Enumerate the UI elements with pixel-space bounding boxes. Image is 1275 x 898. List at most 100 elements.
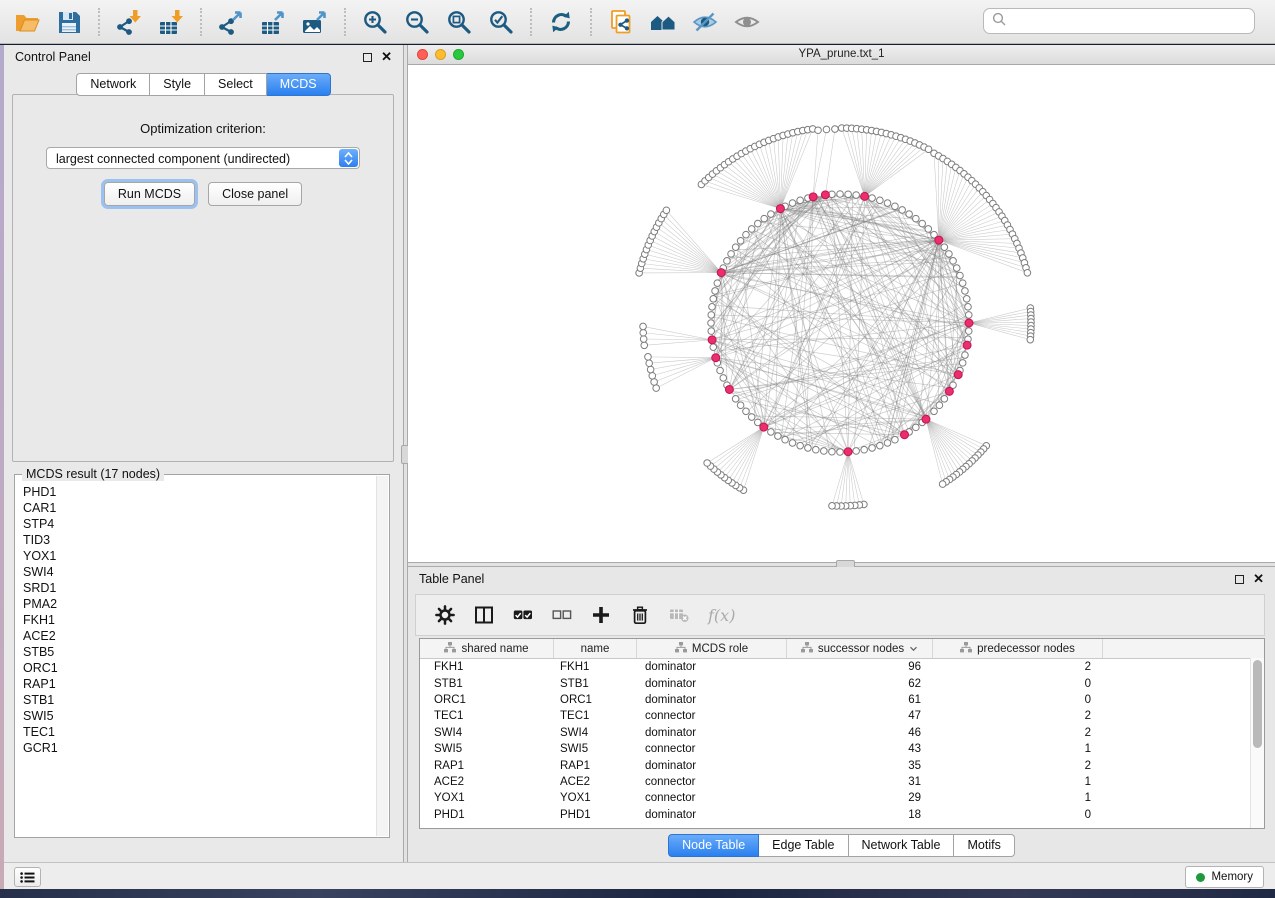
- table-scrollbar-thumb[interactable]: [1253, 660, 1262, 748]
- export-network-icon[interactable]: [210, 4, 252, 40]
- first-neighbors-icon[interactable]: [642, 4, 684, 40]
- cell-name[interactable]: STB1: [554, 678, 637, 690]
- mcds-result-item[interactable]: STB5: [23, 644, 389, 660]
- cell-name[interactable]: ORC1: [554, 694, 637, 706]
- function-icon[interactable]: f(x): [708, 606, 735, 625]
- float-table-panel-icon[interactable]: [1235, 575, 1244, 584]
- zoom-selected-icon[interactable]: [480, 4, 522, 40]
- column-header-name[interactable]: name: [554, 639, 637, 658]
- cell-predecessor-nodes[interactable]: 0: [933, 678, 1103, 690]
- network-window-titlebar[interactable]: YPA_prune.txt_1: [408, 45, 1275, 65]
- cell-shared-name[interactable]: RAP1: [420, 760, 554, 772]
- float-panel-icon[interactable]: [363, 53, 372, 62]
- cell-shared-name[interactable]: SWI4: [420, 727, 554, 739]
- criterion-dropdown[interactable]: largest connected component (undirected): [46, 147, 360, 169]
- cell-name[interactable]: PHD1: [554, 809, 637, 821]
- tab-select[interactable]: Select: [205, 73, 267, 96]
- cell-successor-nodes[interactable]: 29: [787, 792, 933, 804]
- duplicate-network-icon[interactable]: [600, 4, 642, 40]
- column-header-successor-nodes[interactable]: successor nodes: [787, 639, 933, 658]
- maximize-window-icon[interactable]: [453, 49, 464, 60]
- cell-shared-name[interactable]: SWI5: [420, 743, 554, 755]
- minimize-window-icon[interactable]: [435, 49, 446, 60]
- cell-successor-nodes[interactable]: 31: [787, 776, 933, 788]
- cell-name[interactable]: FKH1: [554, 661, 637, 673]
- cell-successor-nodes[interactable]: 96: [787, 661, 933, 673]
- delete-column-icon[interactable]: [630, 605, 650, 625]
- cell-predecessor-nodes[interactable]: 0: [933, 694, 1103, 706]
- cell-name[interactable]: TEC1: [554, 710, 637, 722]
- graph-nodes[interactable]: [636, 125, 1034, 510]
- mcds-result-item[interactable]: STP4: [23, 516, 389, 532]
- cell-predecessor-nodes[interactable]: 1: [933, 776, 1103, 788]
- table-scrollbar[interactable]: [1250, 658, 1264, 828]
- mcds-result-item[interactable]: SWI4: [23, 564, 389, 580]
- export-table-icon[interactable]: [252, 4, 294, 40]
- task-history-button[interactable]: [14, 867, 41, 887]
- add-column-icon[interactable]: [591, 605, 611, 625]
- open-file-icon[interactable]: [6, 4, 48, 40]
- mcds-result-list[interactable]: PHD1CAR1STP4TID3YOX1SWI4SRD1PMA2FKH1ACE2…: [15, 475, 389, 756]
- mcds-result-item[interactable]: TEC1: [23, 724, 389, 740]
- cell-predecessor-nodes[interactable]: 2: [933, 727, 1103, 739]
- table-row[interactable]: TEC1TEC1connector472: [420, 708, 1264, 724]
- table-row[interactable]: FKH1FKH1dominator962: [420, 659, 1264, 675]
- memory-button[interactable]: Memory: [1185, 866, 1264, 888]
- cell-predecessor-nodes[interactable]: 2: [933, 710, 1103, 722]
- cell-MCDS-role[interactable]: connector: [637, 792, 787, 804]
- zoom-out-icon[interactable]: [396, 4, 438, 40]
- select-all-icon[interactable]: [513, 605, 533, 625]
- mcds-result-item[interactable]: GCR1: [23, 740, 389, 756]
- cell-MCDS-role[interactable]: connector: [637, 710, 787, 722]
- table-row[interactable]: SWI4SWI4dominator462: [420, 725, 1264, 741]
- close-panel-icon[interactable]: ✕: [381, 52, 392, 62]
- cell-name[interactable]: YOX1: [554, 792, 637, 804]
- cell-shared-name[interactable]: YOX1: [420, 792, 554, 804]
- table-row[interactable]: YOX1YOX1connector291: [420, 790, 1264, 806]
- export-image-icon[interactable]: [294, 4, 336, 40]
- cell-successor-nodes[interactable]: 62: [787, 678, 933, 690]
- cell-predecessor-nodes[interactable]: 0: [933, 809, 1103, 821]
- mcds-result-item[interactable]: PHD1: [23, 484, 389, 500]
- mcds-result-item[interactable]: SRD1: [23, 580, 389, 596]
- table-row[interactable]: PHD1PHD1dominator180: [420, 807, 1264, 823]
- search-box[interactable]: [983, 8, 1255, 34]
- cell-successor-nodes[interactable]: 61: [787, 694, 933, 706]
- cell-successor-nodes[interactable]: 46: [787, 727, 933, 739]
- mcds-result-item[interactable]: TID3: [23, 532, 389, 548]
- refresh-icon[interactable]: [540, 4, 582, 40]
- node-table[interactable]: shared namenameMCDS rolesuccessor nodesp…: [419, 638, 1265, 829]
- show-all-icon[interactable]: [726, 4, 768, 40]
- cell-predecessor-nodes[interactable]: 2: [933, 661, 1103, 673]
- cell-MCDS-role[interactable]: connector: [637, 743, 787, 755]
- cell-MCDS-role[interactable]: dominator: [637, 809, 787, 821]
- cell-name[interactable]: ACE2: [554, 776, 637, 788]
- tab-mcds[interactable]: MCDS: [267, 73, 331, 96]
- cell-successor-nodes[interactable]: 18: [787, 809, 933, 821]
- hide-selected-icon[interactable]: [684, 4, 726, 40]
- cell-shared-name[interactable]: FKH1: [420, 661, 554, 673]
- column-header-MCDS-role[interactable]: MCDS role: [637, 639, 787, 658]
- delete-table-icon[interactable]: [669, 605, 689, 625]
- network-graph[interactable]: [408, 65, 1275, 562]
- column-header-shared-name[interactable]: shared name: [420, 639, 554, 658]
- deselect-all-icon[interactable]: [552, 605, 572, 625]
- mcds-result-item[interactable]: ACE2: [23, 628, 389, 644]
- cell-shared-name[interactable]: PHD1: [420, 809, 554, 821]
- mcds-result-item[interactable]: RAP1: [23, 676, 389, 692]
- mcds-result-item[interactable]: SWI5: [23, 708, 389, 724]
- mcds-result-item[interactable]: CAR1: [23, 500, 389, 516]
- tab-edge-table[interactable]: Edge Table: [759, 834, 848, 857]
- cell-predecessor-nodes[interactable]: 1: [933, 743, 1103, 755]
- mcds-result-item[interactable]: PMA2: [23, 596, 389, 612]
- cell-shared-name[interactable]: ACE2: [420, 776, 554, 788]
- cell-successor-nodes[interactable]: 43: [787, 743, 933, 755]
- save-icon[interactable]: [48, 4, 90, 40]
- mcds-result-item[interactable]: ORC1: [23, 660, 389, 676]
- search-input[interactable]: [1012, 13, 1246, 29]
- tab-network[interactable]: Network: [76, 73, 150, 96]
- cell-successor-nodes[interactable]: 47: [787, 710, 933, 722]
- close-table-panel-icon[interactable]: ✕: [1253, 574, 1264, 584]
- column-header-predecessor-nodes[interactable]: predecessor nodes: [933, 639, 1103, 658]
- cell-MCDS-role[interactable]: dominator: [637, 678, 787, 690]
